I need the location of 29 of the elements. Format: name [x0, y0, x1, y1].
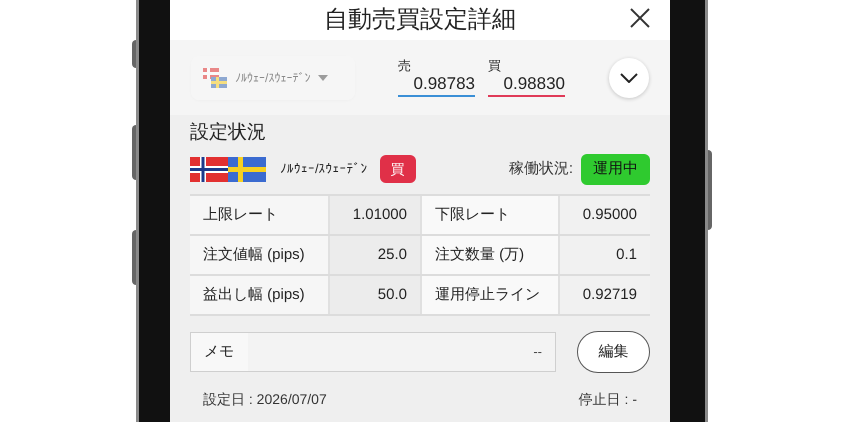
status-label: 稼働状況: — [508, 158, 573, 179]
expand-button[interactable] — [609, 58, 649, 98]
memo-value: -- — [533, 343, 542, 362]
flag-icon — [203, 68, 227, 88]
table-cell: 上限レート — [190, 196, 328, 234]
flag-icon — [190, 156, 228, 182]
table-cell: 運用停止ライン — [420, 276, 558, 314]
section-title: 設定状況 — [190, 121, 267, 145]
pair-label: ﾉﾙｳｪｰ/ｽｳｪｰﾃﾞﾝ — [235, 70, 310, 86]
flag-icon — [228, 156, 266, 182]
quote-field: 0.98830 — [488, 72, 565, 96]
memo-label: メモ — [191, 333, 248, 371]
table-cell: 下限レート — [420, 196, 558, 234]
stop-date: 停止日 : - — [578, 390, 637, 409]
table-cell: 注文値幅 (pips) — [190, 236, 328, 274]
pair-name: ﾉﾙｳｪｰ/ｽｳｪｰﾃﾞﾝ — [280, 160, 368, 178]
status-badge: 運用中 — [581, 154, 650, 184]
quote-label: 売 — [398, 58, 412, 72]
caret-icon — [318, 74, 328, 80]
chevron-down-icon — [620, 72, 638, 82]
quote-field: 0.98783 — [398, 72, 475, 96]
quote-label: 買 — [488, 58, 502, 72]
edit-button[interactable]: 編集 — [577, 331, 650, 373]
close-icon[interactable] — [629, 7, 651, 29]
set-date: 設定日 : 2026/07/07 — [203, 390, 327, 409]
window-title: 自動売買設定詳細 — [324, 5, 516, 35]
side-badge: 買 — [380, 155, 416, 183]
table-cell: 注文数量 (万) — [420, 236, 558, 274]
table-cell: 益出し幅 (pips) — [190, 276, 328, 314]
